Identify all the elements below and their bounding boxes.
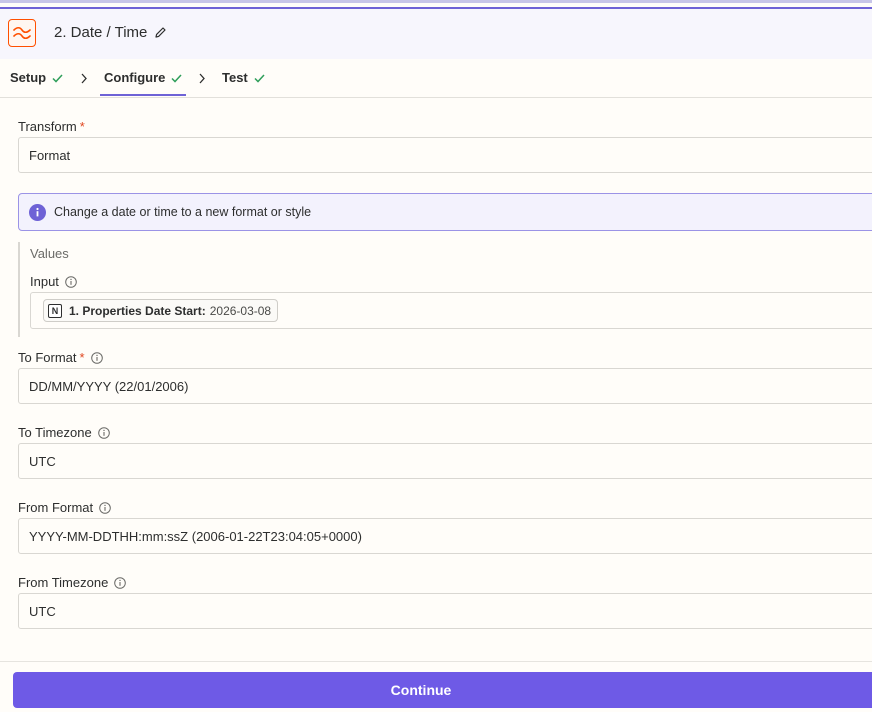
pill-field-name: 1. Properties Date Start: <box>69 303 206 318</box>
tab-test[interactable]: Test <box>222 70 265 86</box>
input-label-text: Input <box>30 274 59 289</box>
from-format-label-text: From Format <box>18 500 94 515</box>
info-icon[interactable] <box>90 352 103 367</box>
step-title[interactable]: 2. Date / Time <box>54 24 147 41</box>
info-filled-icon <box>29 204 46 226</box>
footer-divider <box>0 661 872 662</box>
info-icon[interactable] <box>65 276 77 291</box>
notion-icon: N <box>48 303 62 318</box>
step-tabs: Setup Configure Test <box>0 59 872 98</box>
from-timezone-label-text: From Timezone <box>18 575 109 590</box>
from-format-label: From Format <box>18 500 111 517</box>
to-timezone-label-text: To Timezone <box>18 425 92 440</box>
required-marker: * <box>79 119 85 134</box>
tab-setup[interactable]: Setup <box>10 70 63 86</box>
values-group-rule <box>18 242 20 337</box>
info-icon[interactable] <box>97 427 110 442</box>
formatter-icon[interactable] <box>8 19 36 47</box>
from-timezone-select[interactable]: UTC <box>18 593 872 629</box>
to-format-value: DD/MM/YYYY (22/01/2006) <box>29 379 189 394</box>
step-header: 2. Date / Time <box>0 9 872 59</box>
info-banner: Change a date or time to a new format or… <box>18 193 872 231</box>
mapped-field-pill[interactable]: N 1. Properties Date Start: 2026-03-08 <box>43 299 279 322</box>
banner-text: Change a date or time to a new format or… <box>54 205 312 219</box>
pill-field-value: 2026-03-08 <box>209 303 272 318</box>
from-timezone-value: UTC <box>29 604 56 619</box>
check-icon <box>171 71 182 86</box>
transform-label-text: Transform <box>18 119 77 134</box>
transform-value: Format <box>29 148 71 163</box>
tab-label: Configure <box>104 70 166 85</box>
from-format-select[interactable]: YYYY-MM-DDTHH:mm:ssZ (2006-01-22T23:04:0… <box>18 518 872 554</box>
tab-label: Setup <box>10 70 47 85</box>
required-marker: * <box>79 350 85 365</box>
to-timezone-select[interactable]: UTC <box>18 443 872 479</box>
transform-label: Transform * <box>18 119 85 134</box>
to-timezone-value: UTC <box>29 454 56 469</box>
to-format-label-text: To Format <box>18 350 77 365</box>
values-title: Values <box>30 246 69 261</box>
info-icon[interactable] <box>99 502 111 517</box>
check-icon <box>52 71 63 86</box>
from-format-value: YYYY-MM-DDTHH:mm:ssZ (2006-01-22T23:04:0… <box>29 529 362 544</box>
to-format-label: To Format * <box>18 350 103 367</box>
tab-configure[interactable]: Configure <box>104 70 182 86</box>
input-label: Input <box>30 274 77 291</box>
transform-select[interactable]: Format <box>18 137 872 173</box>
chevron-right-icon <box>80 71 88 89</box>
to-format-select[interactable]: DD/MM/YYYY (22/01/2006) <box>18 368 872 404</box>
from-timezone-label: From Timezone <box>18 575 127 592</box>
info-icon[interactable] <box>114 577 127 592</box>
continue-button[interactable]: Continue <box>13 672 872 708</box>
top-border <box>0 0 872 3</box>
pencil-icon[interactable] <box>154 26 167 44</box>
chevron-right-icon <box>198 71 206 89</box>
check-icon <box>254 71 265 86</box>
to-timezone-label: To Timezone <box>18 425 110 442</box>
input-field[interactable]: N 1. Properties Date Start: 2026-03-08 <box>30 292 872 329</box>
tab-label: Test <box>222 70 248 85</box>
active-tab-indicator <box>100 94 186 96</box>
